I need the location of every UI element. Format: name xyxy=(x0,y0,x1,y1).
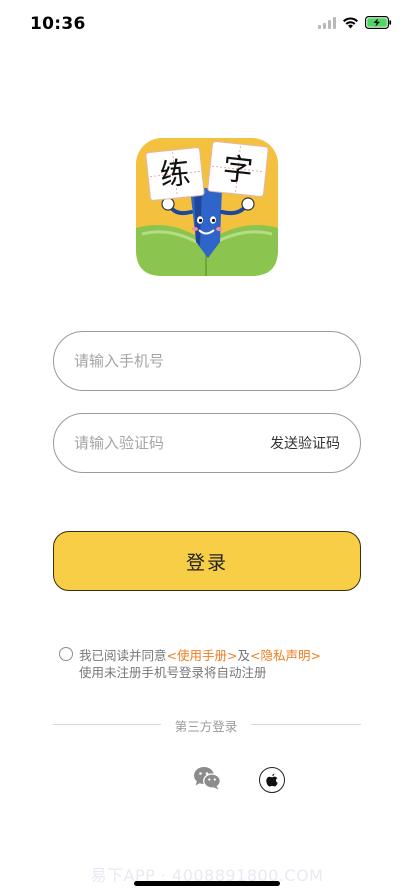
login-screen: 10:36 练 字 请输入手机号 请输入验证码 发送验证码 登录 我已阅读并同意… xyxy=(0,0,414,896)
logo-char-lian: 练 xyxy=(158,156,191,194)
phone-input[interactable] xyxy=(74,352,340,370)
cellular-signal-icon xyxy=(318,16,336,29)
app-logo: 练 字 xyxy=(136,138,278,276)
verification-code-input[interactable] xyxy=(74,434,270,452)
home-indicator[interactable] xyxy=(134,881,280,886)
user-manual-link[interactable]: <使用手册> xyxy=(167,648,238,663)
third-party-login-label: 第三方登录 xyxy=(174,719,238,734)
status-icons xyxy=(318,16,392,29)
send-code-button[interactable]: 发送验证码 xyxy=(270,433,340,453)
battery-charging-icon xyxy=(365,16,392,29)
wifi-icon xyxy=(343,17,358,29)
status-time: 10:36 xyxy=(30,14,86,34)
apple-icon xyxy=(266,773,278,787)
divider-right xyxy=(251,724,361,725)
wechat-icon[interactable] xyxy=(193,766,221,790)
phone-field[interactable] xyxy=(53,331,361,391)
logo-char-zi: 字 xyxy=(221,152,254,190)
login-button[interactable]: 登录 xyxy=(53,531,361,591)
agreement-prefix: 我已阅读并同意 xyxy=(79,648,167,663)
privacy-statement-link[interactable]: <隐私声明> xyxy=(250,648,321,663)
apple-login-button[interactable] xyxy=(259,767,285,793)
status-bar: 10:36 xyxy=(0,0,414,48)
divider-left xyxy=(53,724,161,725)
agreement-conjunction: 及 xyxy=(237,648,250,663)
verification-code-field[interactable]: 发送验证码 xyxy=(53,413,361,473)
agreement-checkbox[interactable] xyxy=(59,647,73,661)
auto-register-note: 使用未注册手机号登录将自动注册 xyxy=(79,665,267,680)
